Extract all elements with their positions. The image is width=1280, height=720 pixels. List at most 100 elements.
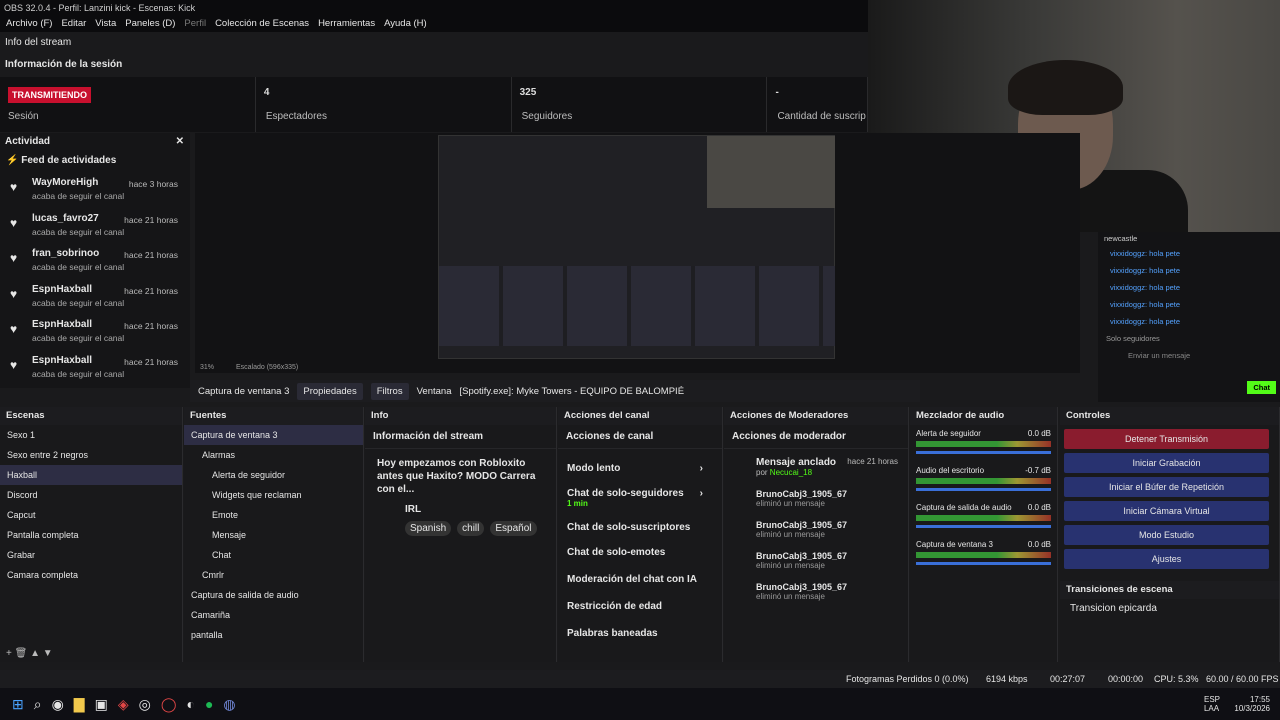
preview-frame [438, 135, 835, 359]
list-item: ♥ fran_sobrinoo hace 21 horas acaba de segu… [10, 248, 178, 273]
scene-item[interactable]: Camara completa [0, 565, 182, 585]
subs-label: Cantidad de suscrip [777, 111, 866, 122]
studio-mode-button[interactable]: Modo Estudio [1064, 525, 1269, 545]
heart-icon: ♥ [10, 322, 18, 337]
source-item[interactable]: Captura de salida de audio [184, 585, 363, 605]
banned-words[interactable]: Palabras baneadas [558, 620, 722, 647]
clock: 17:55 10/3/2026 [1234, 695, 1270, 713]
start-recording-button[interactable]: Iniciar Grabación [1064, 453, 1269, 473]
properties-button[interactable]: Propiedades [297, 382, 363, 400]
session-label: Sesión [8, 111, 39, 122]
source-item[interactable]: Captura de ventana 3 [184, 425, 363, 445]
source-item[interactable]: Cmrlr [184, 565, 363, 585]
slow-mode[interactable]: Modo lento › [558, 449, 722, 488]
scene-actions[interactable]: + 🗑 ▲ ▼ [0, 648, 182, 662]
folder-icon[interactable]: ▇ [74, 696, 85, 713]
heart-icon: ♥ [10, 357, 18, 372]
source-item[interactable]: Camariña [184, 605, 363, 625]
chat-line: vixxidoggz: hola pete [1110, 249, 1181, 258]
info-dock: Info Información del stream Hoy empezamo… [365, 407, 557, 662]
activity-panel: Actividad ✕ ⚡ Feed de actividades ♥ WayMor… [0, 133, 190, 388]
windows-icon[interactable]: ⊞ [12, 696, 24, 713]
virtual-camera-button[interactable]: Iniciar Cámara Virtual [1064, 501, 1269, 521]
live-badge: TRANSMITIENDO [8, 87, 91, 103]
chat-line: newcastle [1104, 234, 1138, 243]
close-icon[interactable]: ✕ [176, 133, 184, 151]
menu-editar[interactable]: Editar [61, 16, 86, 32]
chat-input[interactable]: Enviar un mensaje [1098, 347, 1280, 364]
followers-label: Seguidores [521, 111, 573, 122]
followers-only[interactable]: Chat de solo-seguidores › 1 min [558, 488, 722, 508]
source-item[interactable]: Emote [184, 505, 363, 525]
discord-icon[interactable]: ◍ [223, 696, 235, 713]
menu-paneles[interactable]: Paneles (D) [125, 16, 175, 32]
source-item[interactable]: pantalla [184, 625, 363, 645]
mixer-channel: Captura de ventana 3 0.0 dB [910, 536, 1057, 573]
mixer-title: Mezclador de audio [910, 407, 1057, 425]
chat-line: vixxidoggz: hola pete [1110, 300, 1181, 309]
mods-panel: Acciones de moderador [724, 425, 908, 449]
category: IRL [405, 504, 422, 515]
subs-only[interactable]: Chat de solo-suscriptores [558, 508, 722, 539]
emotes-only[interactable]: Chat de solo-emotes [558, 539, 722, 566]
settings-button[interactable]: Ajustes [1064, 549, 1269, 569]
heart-icon: ♥ [10, 180, 18, 194]
window-select[interactable]: [Spotify.exe]: Myke Towers - EQUIPO DE B… [459, 386, 684, 397]
menu-herramientas[interactable]: Herramientas [318, 16, 375, 32]
replay-buffer-button[interactable]: Iniciar el Búfer de Repetición [1064, 477, 1269, 497]
opera-icon[interactable]: ◯ [161, 696, 177, 713]
scene-item[interactable]: Pantalla completa [0, 525, 182, 545]
menu-ayuda[interactable]: Ayuda (H) [384, 16, 427, 32]
store-icon[interactable]: ▣ [95, 696, 108, 713]
stream-title[interactable]: Hoy empezamos con Robloxito antes que Ha… [365, 449, 556, 504]
chat-line: vixxidoggz: hola pete [1110, 317, 1181, 326]
source-toolbar: Captura de ventana 3 Propiedades Filtros… [190, 380, 920, 402]
menu-archivo[interactable]: Archivo (F) [6, 16, 52, 32]
mod-entry: BrunoCabj3_1905_67 eliminó un mensaje [756, 489, 848, 508]
ai-moderation[interactable]: Moderación del chat con IA [558, 566, 722, 593]
scene-item[interactable]: Sexo 1 [0, 425, 182, 445]
filters-button[interactable]: Filtros [370, 382, 409, 400]
source-item[interactable]: Mensaje [184, 525, 363, 545]
chat-send-button[interactable]: Chat [1247, 381, 1276, 394]
scene-item[interactable]: Haxball [0, 465, 182, 485]
scene-item[interactable]: Sexo entre 2 negros [0, 445, 182, 465]
list-item: ♥ EspnHaxball hace 21 horas acaba de seguir… [10, 319, 178, 344]
source-item[interactable]: Widgets que reclaman [184, 485, 363, 505]
mixer-channel: Alerta de seguidor 0.0 dB [910, 425, 1057, 462]
stop-stream-button[interactable]: Detener Transmisión [1064, 429, 1269, 449]
source-item[interactable]: Alerta de seguidor [184, 465, 363, 485]
source-name: Captura de ventana 3 [198, 385, 290, 397]
age-restriction[interactable]: Restricción de edad [558, 593, 722, 620]
tag: Spanish [405, 521, 452, 536]
obs-icon[interactable]: ◐ [186, 696, 194, 712]
list-item: ♥ EspnHaxball hace 21 horas acaba de seguir… [10, 283, 178, 308]
heart-icon: ♥ [10, 251, 18, 266]
mixer-channel: Audio del escritorio -0.7 dB [910, 462, 1057, 499]
app-icon[interactable]: ◉ [52, 696, 64, 713]
mod-entry: BrunoCabj3_1905_67 eliminó un mensaje [756, 551, 848, 570]
vivaldi-icon[interactable]: ◈ [118, 696, 129, 713]
menu-coleccion[interactable]: Colección de Escenas [215, 16, 309, 32]
transition-select[interactable]: Transicion epicarda [1060, 599, 1279, 618]
tag: chill [457, 521, 485, 536]
scenes-title: Escenas [0, 407, 182, 425]
chat-line: vixxidoggz: hola pete [1110, 283, 1181, 292]
channel-title: Acciones del canal [558, 407, 722, 425]
source-item[interactable]: Chat [184, 545, 363, 565]
spotify-icon[interactable]: ● [205, 696, 213, 712]
scene-item[interactable]: Grabar [0, 545, 182, 565]
search-icon[interactable]: ⌕ [34, 696, 42, 713]
sources-title: Fuentes [184, 407, 363, 425]
chrome-icon[interactable]: ◎ [139, 696, 151, 713]
menu-perfil[interactable]: Perfil [184, 16, 206, 32]
scene-item[interactable]: Discord [0, 485, 182, 505]
source-item[interactable]: Alarmas [184, 445, 363, 465]
stream-info-title: Info del stream [5, 37, 72, 48]
taskbar: ⊞ ⌕ ◉ ▇ ▣ ◈ ◎ ◯ ◐ ● ◍ ESP LAA 17:55 10/3/2… [0, 688, 1280, 720]
window-label: Ventana [416, 385, 452, 397]
menu-bar: Archivo (F) Editar Vista Paneles (D) Per… [0, 16, 868, 32]
scene-item[interactable]: Capcut [0, 505, 182, 525]
menu-vista[interactable]: Vista [95, 16, 116, 32]
mods-dock: Acciones de Moderadores Acciones de mode… [724, 407, 909, 662]
